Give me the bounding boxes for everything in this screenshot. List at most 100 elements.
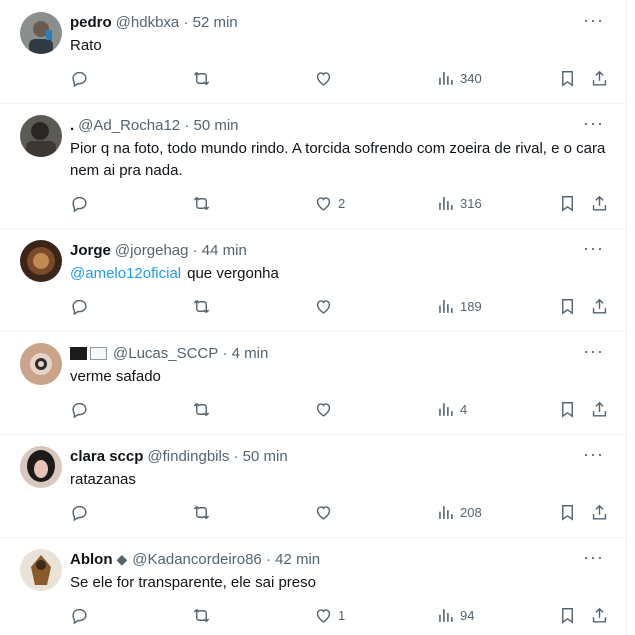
handle[interactable]: @Ad_Rocha12 — [78, 117, 180, 134]
bookmark-button[interactable] — [558, 503, 577, 522]
views-button[interactable]: 4 — [436, 400, 467, 419]
handle[interactable]: @hdkbxa — [116, 14, 180, 31]
handle[interactable]: @jorgehag — [115, 242, 189, 259]
reply-button[interactable] — [70, 503, 89, 522]
bookmark-button[interactable] — [558, 400, 577, 419]
share-icon — [592, 298, 607, 314]
views-button[interactable]: 340 — [436, 69, 482, 88]
reply-button[interactable] — [70, 69, 89, 88]
bookmark-button[interactable] — [558, 69, 577, 88]
avatar[interactable] — [20, 240, 62, 282]
bookmark-button[interactable] — [558, 194, 577, 213]
bookmark-icon — [562, 402, 573, 418]
reply-icon — [72, 196, 87, 213]
display-name[interactable]: pedro — [70, 14, 112, 31]
reply-button[interactable] — [70, 400, 89, 419]
retweet-button[interactable] — [192, 606, 211, 625]
retweet-icon — [193, 403, 210, 416]
like-icon — [316, 197, 331, 211]
like-button[interactable]: 1 — [314, 606, 345, 625]
tweet[interactable]: clara sccp @findingbils · 50 min ··· rat… — [0, 434, 626, 538]
tweet-header: clara sccp @findingbils · 50 min — [70, 446, 288, 466]
retweet-button[interactable] — [192, 69, 211, 88]
bookmark-button[interactable] — [558, 297, 577, 316]
more-icon[interactable]: ··· — [583, 444, 604, 465]
reply-button[interactable] — [70, 194, 89, 213]
timestamp[interactable]: · 44 min — [193, 242, 247, 259]
action-bar: 4 — [66, 400, 616, 422]
reply-button[interactable] — [70, 606, 89, 625]
mention-link[interactable]: @amelo12oficial — [70, 265, 181, 282]
timestamp[interactable]: · 42 min — [266, 551, 320, 568]
retweet-button[interactable] — [192, 400, 211, 419]
tweet[interactable]: . @Ad_Rocha12 · 50 min ··· Pior q na fot… — [0, 103, 626, 229]
more-icon[interactable]: ··· — [583, 238, 604, 259]
share-button[interactable] — [590, 297, 609, 316]
bookmark-button[interactable] — [558, 606, 577, 625]
views-button[interactable]: 94 — [436, 606, 474, 625]
handle[interactable]: @Kadancordeiro86 — [132, 551, 261, 568]
handle[interactable]: @Lucas_SCCP — [113, 345, 218, 362]
like-icon — [316, 403, 331, 417]
retweet-button[interactable] — [192, 297, 211, 316]
share-button[interactable] — [590, 69, 609, 88]
avatar[interactable] — [20, 549, 62, 591]
views-count: 340 — [460, 71, 482, 86]
retweet-icon — [193, 609, 210, 622]
avatar[interactable] — [20, 12, 62, 54]
action-bar: 208 — [66, 503, 616, 525]
share-icon — [592, 504, 607, 520]
avatar[interactable] — [20, 446, 62, 488]
views-icon — [439, 403, 453, 416]
like-button[interactable]: 2 — [314, 194, 345, 213]
share-button[interactable] — [590, 400, 609, 419]
display-name[interactable]: Ablon — [70, 551, 113, 568]
tweet-header: Jorge @jorgehag · 44 min — [70, 240, 247, 260]
tweet-text-content: verme safado — [70, 368, 161, 385]
tweet[interactable]: pedro @hdkbxa · 52 min ··· Rato 340 — [0, 0, 626, 104]
share-button[interactable] — [590, 606, 609, 625]
timestamp[interactable]: · 50 min — [184, 117, 238, 134]
handle[interactable]: @findingbils — [147, 448, 229, 465]
views-button[interactable]: 316 — [436, 194, 482, 213]
share-button[interactable] — [590, 503, 609, 522]
tweet-text-content: Rato — [70, 37, 102, 54]
timestamp[interactable]: · 50 min — [234, 448, 288, 465]
display-name[interactable]: clara sccp — [70, 448, 143, 465]
more-icon[interactable]: ··· — [583, 341, 604, 362]
views-button[interactable]: 208 — [436, 503, 482, 522]
like-button[interactable] — [314, 400, 338, 419]
tweet[interactable]: Jorge @jorgehag · 44 min ··· @amelo12ofi… — [0, 228, 626, 332]
more-icon[interactable]: ··· — [583, 10, 604, 31]
views-icon — [439, 300, 453, 313]
views-count: 208 — [460, 505, 482, 520]
views-button[interactable]: 189 — [436, 297, 482, 316]
display-name[interactable]: . — [70, 117, 74, 134]
share-button[interactable] — [590, 194, 609, 213]
display-name[interactable]: Jorge — [70, 242, 111, 259]
wolf-icon: ◆ — [116, 550, 128, 567]
retweet-button[interactable] — [192, 194, 211, 213]
like-button[interactable] — [314, 69, 338, 88]
action-bar: 2 316 — [66, 194, 616, 216]
tweet[interactable]: @Lucas_SCCP · 4 min ··· verme safado 4 — [0, 331, 626, 435]
avatar[interactable] — [20, 343, 62, 385]
tweet-header: @Lucas_SCCP · 4 min — [70, 343, 268, 363]
avatar[interactable] — [20, 115, 62, 157]
more-icon[interactable]: ··· — [583, 113, 604, 134]
timestamp[interactable]: · 52 min — [183, 14, 237, 31]
retweet-icon — [193, 72, 210, 85]
like-button[interactable] — [314, 297, 338, 316]
tweet-text: Pior q na foto, todo mundo rindo. A torc… — [70, 138, 610, 182]
tweet-header: . @Ad_Rocha12 · 50 min — [70, 115, 239, 135]
tweet[interactable]: Ablon ◆ @Kadancordeiro86 · 42 min ··· Se… — [0, 537, 626, 635]
reply-button[interactable] — [70, 297, 89, 316]
white-flag-icon — [90, 346, 107, 360]
more-icon[interactable]: ··· — [583, 547, 604, 568]
retweet-button[interactable] — [192, 503, 211, 522]
like-count: 2 — [338, 196, 346, 211]
like-button[interactable] — [314, 503, 338, 522]
like-icon — [316, 506, 331, 520]
timestamp[interactable]: · 4 min — [222, 345, 268, 362]
share-icon — [592, 195, 607, 211]
